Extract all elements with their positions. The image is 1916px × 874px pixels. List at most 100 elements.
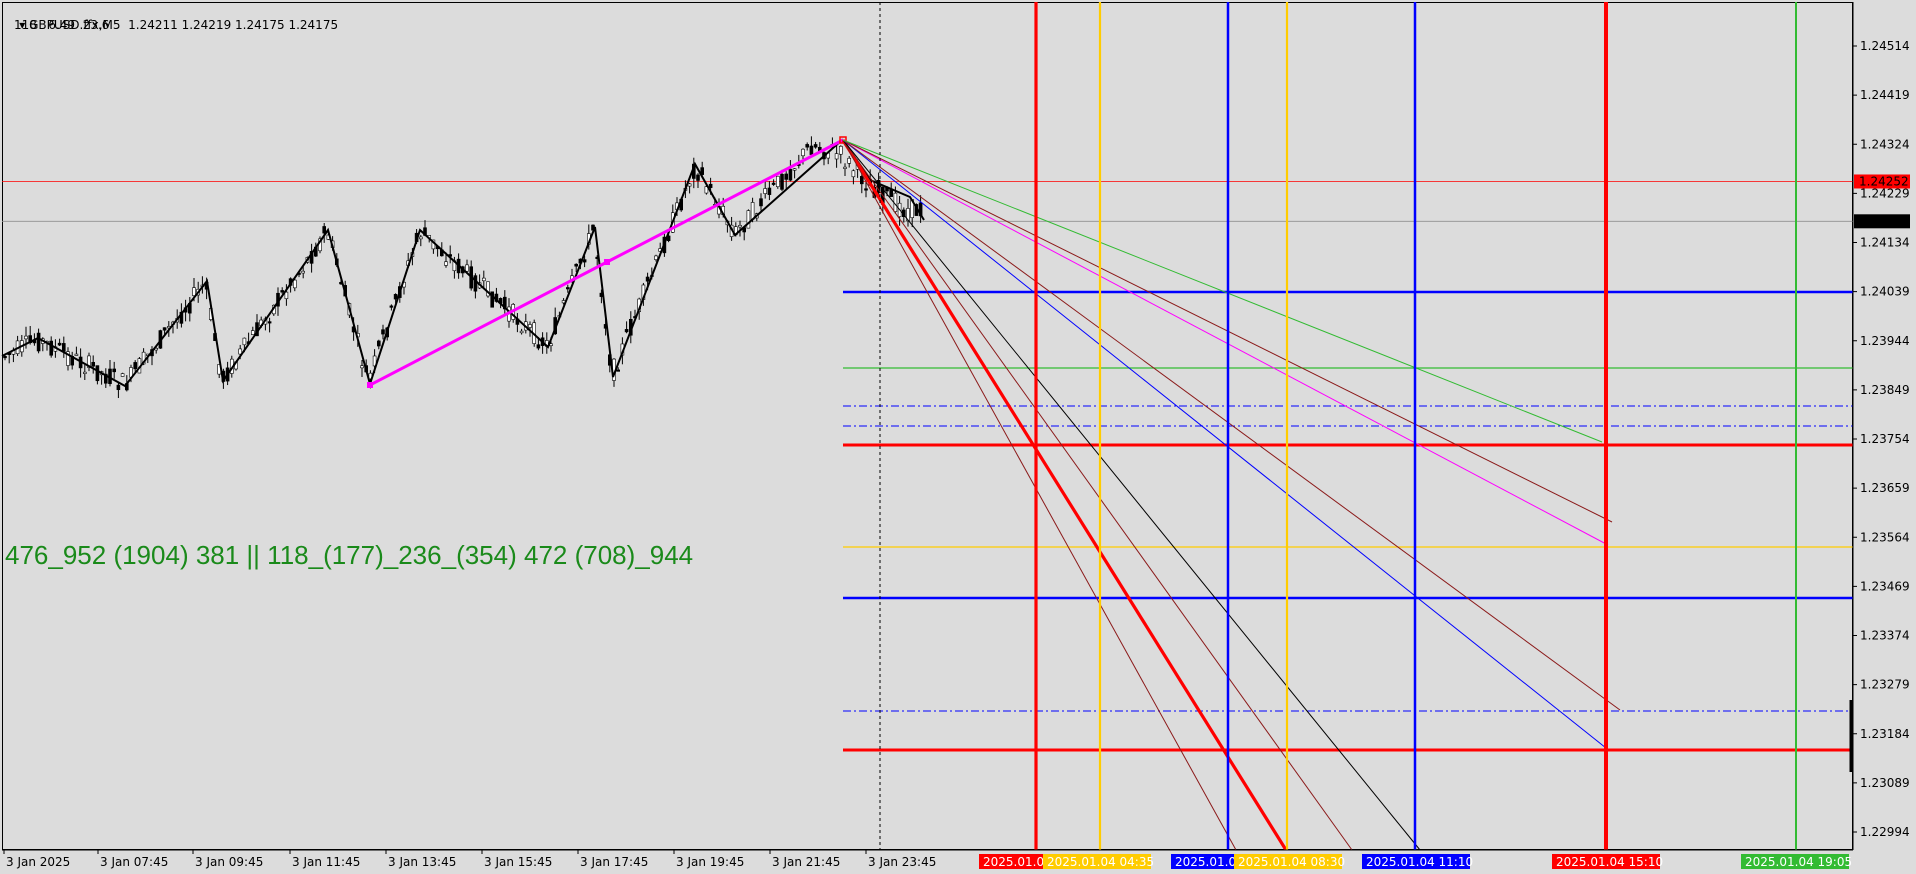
time-label: 3 Jan 21:45 [772, 855, 840, 869]
price-label: 1.24419 [1860, 88, 1910, 102]
candle-body [847, 157, 852, 164]
price-label: 1.24039 [1860, 285, 1910, 299]
candle-body [851, 170, 856, 178]
candle-body [112, 368, 116, 373]
time-label: 3 Jan 09:45 [195, 855, 263, 869]
candle-body [746, 210, 751, 229]
candle-body [864, 188, 868, 191]
chart-window[interactable]: 1.24514 1.24419 1.24324 1.24229 1.24134 1.240… [0, 0, 1916, 874]
candle-body [284, 291, 289, 300]
candle-body [767, 187, 772, 195]
candle-body [389, 305, 394, 308]
candle-body [763, 188, 768, 194]
candle-body [838, 145, 843, 155]
time-tag-label: 2025.01.04 04:35 [1047, 855, 1154, 869]
candle-body [95, 365, 100, 382]
time-label: 3 Jan 11:45 [292, 855, 360, 869]
candle-body [444, 261, 448, 266]
time-tag-label: 2025.01.04 08:30 [1238, 855, 1345, 869]
candle-body [738, 225, 742, 228]
price-label: 1.22994 [1860, 825, 1910, 839]
candle-body [574, 263, 579, 267]
candle-body [162, 327, 167, 331]
price-label: 1.24324 [1860, 137, 1910, 151]
candle-body [267, 321, 272, 324]
candle-body [565, 287, 570, 290]
time-tag-label: 2025.01.04 15:10 [1556, 855, 1663, 869]
ask-price-tag-label: 1.24252 [1859, 174, 1909, 188]
candle-body [519, 330, 524, 334]
candle-body [192, 287, 196, 297]
chart-annotation-text: 476_952 (1904) 381 || 118_(177)_236_(354… [5, 540, 694, 570]
candle-body [624, 329, 629, 333]
price-label: 1.23089 [1860, 776, 1910, 790]
candle-body [801, 148, 805, 157]
price-label: 1.23944 [1860, 334, 1910, 348]
candle-body [750, 202, 755, 220]
time-label: 3 Jan 2025 [6, 855, 70, 869]
price-label: 1.23849 [1860, 383, 1910, 397]
fan-line [842, 139, 1421, 851]
price-label: 1.23659 [1860, 481, 1910, 495]
chart-canvas[interactable]: 1.245141.244191.243241.242291.241341.240… [0, 0, 1916, 874]
price-label: 1.23754 [1860, 432, 1910, 446]
time-tag-label: 2025.01.04 19:05 [1745, 855, 1852, 869]
candle-body [133, 362, 137, 370]
candle-body [654, 255, 658, 260]
candle-body [360, 365, 364, 369]
price-label: 1.24514 [1860, 39, 1910, 53]
candle-body [393, 294, 398, 300]
time-tag-label: 2025.01.04 11:10 [1366, 855, 1473, 869]
price-label: 1.24134 [1860, 236, 1910, 250]
candle-body [74, 353, 79, 356]
bid-price-tag-label: 1.24175 [1859, 214, 1909, 228]
trend-anchor [367, 382, 373, 388]
candle-body [473, 275, 478, 292]
candle-body [49, 340, 54, 356]
time-label: 3 Jan 13:45 [388, 855, 456, 869]
time-label: 3 Jan 17:45 [580, 855, 648, 869]
price-label: 1.23184 [1860, 727, 1910, 741]
candle-body [292, 279, 297, 289]
candle-body [813, 144, 818, 148]
candle-body [843, 166, 847, 169]
candle-body [36, 332, 41, 352]
candle-body [788, 168, 793, 181]
price-label: 1.23469 [1860, 579, 1910, 593]
candle-body [834, 153, 839, 160]
price-label: 1.23279 [1860, 678, 1910, 692]
candle-body [616, 369, 621, 372]
fan-line [842, 139, 1353, 851]
candle-body [57, 342, 62, 346]
fan-line [842, 139, 1237, 851]
candle-body [376, 340, 381, 347]
candle-body [645, 276, 650, 282]
candle-body [775, 175, 780, 188]
candle-body [116, 384, 121, 391]
candle-body [465, 264, 469, 272]
candle-body [91, 361, 95, 367]
candle-body [759, 198, 763, 207]
candle-body [708, 183, 713, 188]
candle-body [24, 335, 28, 340]
candle-body [696, 174, 700, 181]
price-label: 1.23374 [1860, 629, 1910, 643]
candle-body [582, 259, 587, 263]
candle-body [251, 330, 255, 335]
candle-body [280, 290, 285, 293]
candle-body [418, 236, 423, 240]
candle-body [242, 337, 247, 346]
price-label: 1.23564 [1860, 530, 1910, 544]
candle-body [381, 329, 385, 335]
trend-anchor [604, 259, 610, 265]
time-label: 3 Jan 23:45 [868, 855, 936, 869]
candle-body [805, 144, 810, 148]
candle-body [61, 343, 66, 352]
indicator-values: 118 6.49 23.6 [14, 18, 110, 32]
candle-body [322, 226, 327, 234]
candle-body [792, 168, 797, 171]
candle-body [687, 183, 692, 187]
candle-body [83, 371, 87, 374]
candle-body [771, 182, 776, 185]
candle-body [784, 173, 789, 180]
